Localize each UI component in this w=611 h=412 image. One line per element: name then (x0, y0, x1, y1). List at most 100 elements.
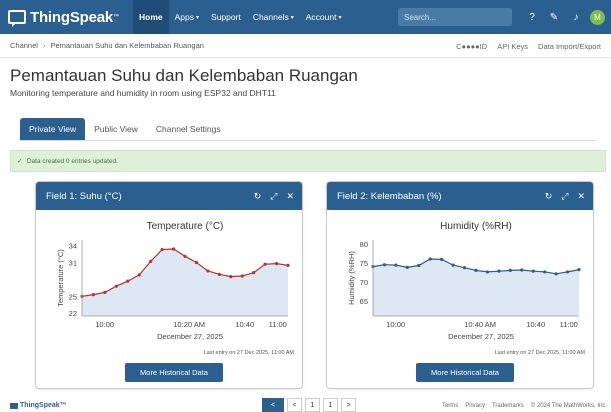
caret-down-icon: ▾ (290, 14, 294, 21)
breadcrumb-current: Pemantauan Suhu dan Kelembaban Ruangan (50, 41, 204, 50)
footer-privacy-link[interactable]: Privacy (465, 403, 485, 409)
data-point (474, 268, 478, 272)
data-point (440, 257, 444, 261)
data-point (554, 272, 558, 276)
data-point (160, 247, 164, 252)
panel-header: Field 2: Kelembaban (%) ↻ ⤢ ✕ (327, 182, 593, 210)
data-point (565, 270, 570, 274)
x-axis-label: December 27, 2025 (157, 332, 223, 341)
close-icon[interactable]: ✕ (577, 191, 585, 202)
x-tick-label: 11:00 (560, 320, 578, 329)
y-tick-label: 25 (69, 292, 77, 301)
data-point (171, 247, 176, 251)
data-point (252, 271, 256, 275)
nav-apps[interactable]: Apps ▾ (169, 0, 205, 34)
data-point (428, 257, 432, 261)
search-placeholder: Search... (404, 12, 437, 22)
close-icon[interactable]: ✕ (286, 191, 294, 202)
x-tick-label: 10:40 (526, 320, 545, 329)
footer-trademarks-link[interactable]: Trademarks (492, 403, 524, 409)
brand-name: ThingSpeak (30, 8, 114, 26)
thingspeak-logo[interactable]: ThingSpeak ™ (8, 8, 120, 27)
expand-icon[interactable]: ⤢ (561, 191, 568, 202)
search-input[interactable]: Search... (398, 8, 512, 26)
chat-bubble-icon (8, 10, 26, 27)
expand-icon[interactable]: ⤢ (270, 191, 277, 202)
data-point (382, 263, 387, 267)
data-import-export-link[interactable]: Data Import/Export (538, 42, 601, 51)
series-area (82, 249, 288, 316)
nav-home[interactable]: Home (133, 0, 169, 34)
data-point (229, 274, 233, 279)
pager-page-button[interactable]: 1 (305, 398, 320, 412)
x-tick-label: 10:40 (235, 320, 254, 329)
pager-first-button[interactable]: < (262, 398, 284, 412)
data-point (543, 270, 547, 274)
data-point (263, 262, 267, 266)
page-title: Pemantauan Suhu dan Kelembaban Ruangan (10, 66, 358, 85)
nav-account[interactable]: Account ▾ (300, 0, 348, 34)
data-point (508, 268, 512, 272)
more-historical-data-button[interactable]: More Historical Data (125, 363, 223, 382)
refresh-icon[interactable]: ↻ (545, 191, 553, 202)
x-tick-label: 11:00 (269, 320, 287, 329)
breadcrumb-root[interactable]: Channel (10, 41, 38, 50)
nav-support-label: Support (211, 12, 241, 22)
api-keys-link[interactable]: API Keys (497, 42, 528, 51)
avatar[interactable]: M (590, 9, 605, 25)
channel-subbar: Channel › Pemantauan Suhu dan Kelembaban… (0, 34, 611, 58)
data-point (577, 268, 581, 272)
tab-public-view-label: Public View (94, 124, 138, 134)
y-axis-label: Humidity (%RH) (347, 251, 356, 305)
data-point (126, 279, 130, 283)
footer-terms-link[interactable]: Terms (442, 403, 458, 409)
data-point (462, 266, 467, 270)
tab-channel-settings[interactable]: Channel Settings (147, 118, 230, 140)
data-point (286, 263, 290, 267)
pager-label: > (346, 401, 351, 409)
top-navbar: ThingSpeak ™ Home Apps ▾ Support Channels… (0, 0, 611, 34)
data-point (240, 274, 244, 278)
refresh-icon[interactable]: ↻ (254, 191, 262, 202)
field-2-panel: Field 2: Kelembaban (%) ↻ ⤢ ✕ Humidity (… (326, 181, 594, 389)
y-tick-label: 65 (360, 297, 368, 306)
temperature-chart: Temperature (°C) 22 25 31 34 Temperature (°C)… (56, 221, 290, 341)
success-alert: ✓ Data created 0 entries updated. (10, 150, 606, 172)
check-icon: ✓ (17, 158, 23, 165)
more-historical-data-label: More Historical Data (140, 368, 208, 377)
y-tick-label: 22 (69, 309, 77, 318)
pager-prev-button[interactable]: < (287, 398, 302, 412)
chart-title: Temperature (°C) (147, 221, 224, 232)
footer-copyright: © 2024 The MathWorks, Inc. (530, 403, 607, 409)
data-point (149, 259, 153, 263)
bell-icon[interactable]: ♪ (570, 12, 582, 23)
alert-text: Data created 0 entries updated. (26, 157, 118, 165)
more-historical-data-button[interactable]: More Historical Data (416, 363, 514, 382)
help-icon[interactable]: ? (526, 12, 538, 23)
data-point (394, 263, 398, 267)
chart-title: Humidity (%RH) (440, 221, 512, 232)
breadcrumb-separator-icon: › (42, 41, 46, 50)
pager-page-button[interactable]: 1 (323, 398, 338, 412)
x-tick-label: 10:20 AM (173, 320, 205, 329)
channel-id-link[interactable]: C●●●●ID (456, 42, 487, 51)
nav-support[interactable]: Support (205, 0, 247, 34)
nav-channels[interactable]: Channels ▾ (247, 0, 300, 34)
data-point (114, 284, 118, 288)
wrench-icon[interactable]: ✎ (548, 12, 560, 23)
field-1-panel: Field 1: Suhu (°C) ↻ ⤢ ✕ Temperature (°C… (35, 181, 303, 389)
data-point (520, 268, 524, 272)
pager-label: 1 (328, 401, 333, 409)
pager-label: 1 (310, 401, 315, 409)
data-point (405, 265, 409, 269)
tab-public-view[interactable]: Public View (85, 118, 147, 140)
data-point (137, 273, 141, 277)
footer-logo[interactable]: ThingSpeak™ (10, 402, 67, 409)
nav-account-label: Account (305, 12, 337, 22)
caret-down-icon: ▾ (338, 14, 342, 21)
pager-next-button[interactable]: > (341, 398, 356, 412)
brand-trademark: ™ (113, 14, 120, 20)
nav-apps-label: Apps (174, 12, 195, 22)
more-historical-data-label: More Historical Data (431, 368, 499, 377)
tab-private-view[interactable]: Private View (20, 118, 86, 140)
